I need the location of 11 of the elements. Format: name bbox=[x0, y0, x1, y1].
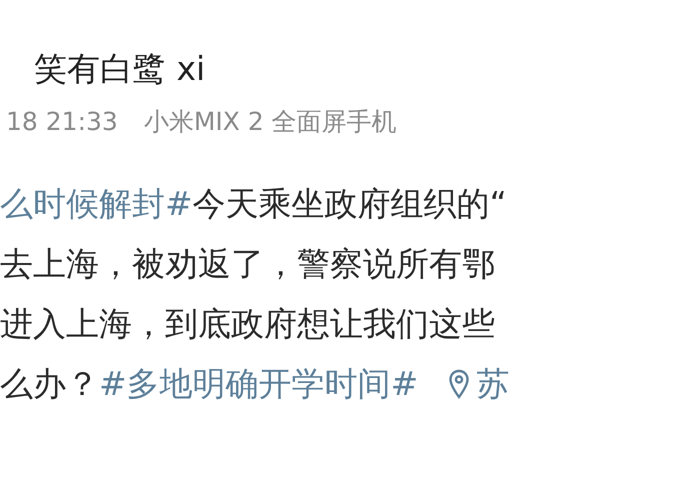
hashtag-link[interactable]: #多地明确开学时间# bbox=[99, 358, 418, 410]
device-label: 小米MIX 2 全面屏手机 bbox=[144, 106, 397, 138]
hashtag-link[interactable]: 么时候解封# bbox=[0, 178, 193, 230]
location-link[interactable]: 苏 bbox=[448, 358, 510, 410]
post-text: 么办？ bbox=[0, 363, 99, 405]
post-text: 进入上海，到底政府想让我们这些 bbox=[0, 303, 495, 345]
post-text: 今天乘坐政府组织的“ bbox=[192, 183, 507, 225]
post-time: 18 21:33 bbox=[6, 106, 118, 138]
post-text: 去上海，被劝返了，警察说所有鄂 bbox=[0, 243, 495, 285]
author-name: 笑有白鹭 xi bbox=[33, 48, 206, 90]
location-pin-icon bbox=[448, 369, 470, 399]
